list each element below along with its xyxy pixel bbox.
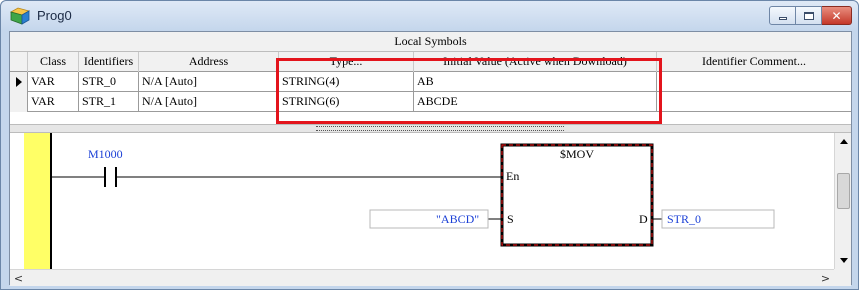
header-selector	[10, 52, 28, 72]
cell-identifier[interactable]: STR_1	[79, 92, 139, 112]
folder-program-icon	[9, 7, 31, 25]
local-symbols-table: Local Symbols Class Identifiers Address …	[10, 32, 851, 124]
title-bar[interactable]: Prog0 ✕	[1, 1, 858, 31]
row-selector[interactable]	[10, 92, 28, 112]
cell-address[interactable]: N/A [Auto]	[139, 72, 279, 92]
scroll-down-button[interactable]	[835, 252, 852, 269]
arrow-down-icon	[839, 258, 848, 263]
pane-splitter[interactable]	[10, 124, 851, 133]
rung-graphics	[52, 143, 775, 247]
splitter-grip[interactable]	[316, 126, 564, 131]
pin-s: S	[507, 212, 514, 226]
output-operand[interactable]: STR_0	[667, 212, 701, 227]
minimize-icon	[778, 17, 787, 20]
cell-address[interactable]: N/A [Auto]	[139, 92, 279, 112]
header-class[interactable]: Class	[28, 52, 79, 72]
vertical-scroll-thumb[interactable]	[837, 173, 850, 209]
pin-d: D	[639, 212, 648, 226]
pin-en: En	[506, 169, 520, 183]
ladder-diagram[interactable]: M1000 $MOV En S D "ABCD" STR_0	[10, 133, 834, 269]
maximize-icon	[803, 11, 814, 20]
window-title: Prog0	[37, 8, 72, 23]
cell-comment[interactable]	[657, 92, 851, 112]
input-operand[interactable]: "ABCD"	[436, 212, 479, 227]
header-comment[interactable]: Identifier Comment...	[657, 52, 851, 72]
block-title: $MOV	[560, 147, 595, 161]
chevron-right-icon: >	[820, 272, 831, 285]
arrow-up-icon	[839, 139, 848, 144]
minimize-button[interactable]	[769, 6, 796, 25]
cell-comment[interactable]	[657, 72, 851, 92]
vertical-scrollbar[interactable]	[834, 133, 851, 269]
scroll-up-button[interactable]	[835, 133, 852, 150]
cell-class[interactable]: VAR	[28, 92, 79, 112]
scrollbar-corner	[834, 269, 851, 286]
program-window: Prog0 ✕ Local Symbols Class Identifiers …	[0, 0, 859, 290]
cell-identifier[interactable]: STR_0	[79, 72, 139, 92]
maximize-button[interactable]	[796, 6, 822, 25]
close-icon: ✕	[831, 8, 842, 23]
contact-label[interactable]: M1000	[88, 147, 123, 162]
row-selector[interactable]	[10, 72, 28, 92]
chevron-left-icon: <	[13, 272, 24, 285]
close-button[interactable]: ✕	[822, 6, 852, 25]
horizontal-scrollbar[interactable]: < >	[10, 269, 834, 286]
current-row-arrow-icon	[16, 77, 22, 87]
scroll-left-button[interactable]: <	[10, 270, 27, 287]
scroll-right-button[interactable]: >	[817, 270, 834, 287]
header-identifiers[interactable]: Identifiers	[79, 52, 139, 72]
red-highlight-box	[276, 58, 662, 124]
editor-client-area: Local Symbols Class Identifiers Address …	[9, 31, 852, 286]
cell-class[interactable]: VAR	[28, 72, 79, 92]
symbols-title: Local Symbols	[10, 32, 851, 52]
header-address[interactable]: Address	[139, 52, 279, 72]
